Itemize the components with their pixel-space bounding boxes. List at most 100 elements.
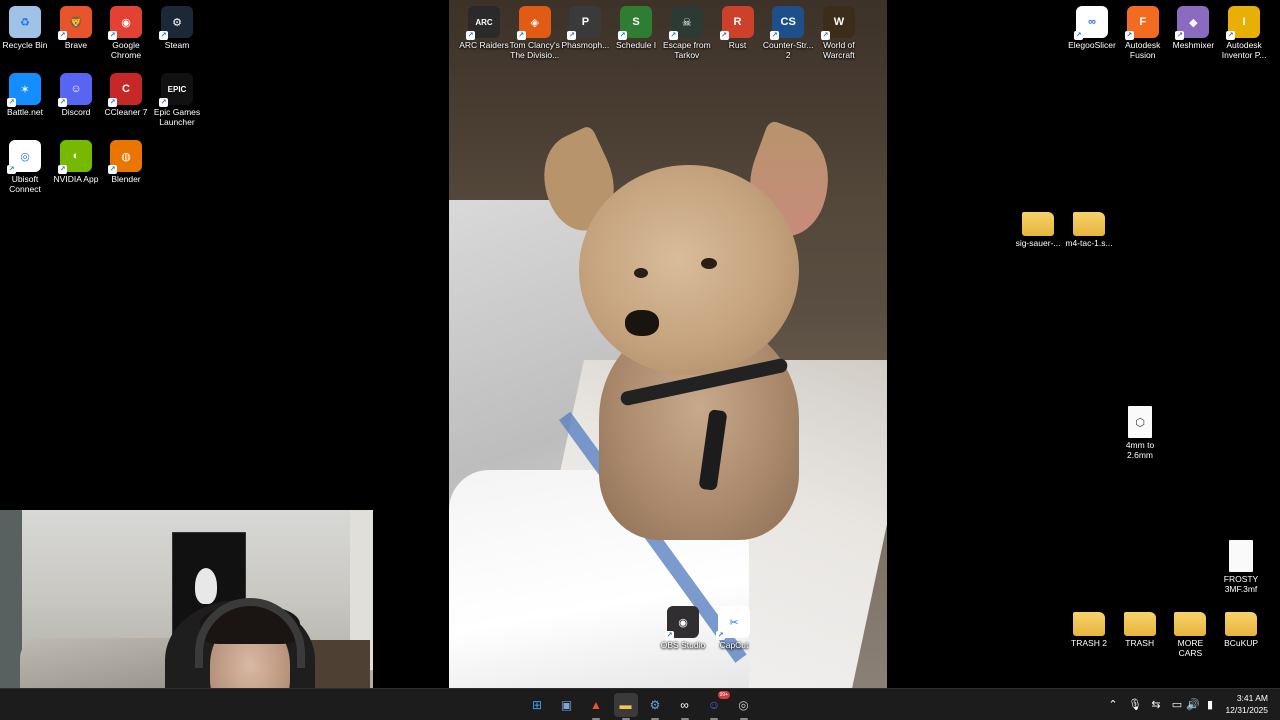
taskbar-file-explorer[interactable]: ▬ — [613, 693, 638, 720]
3d-model-file-icon: ⬡ — [1128, 406, 1152, 438]
file-icon — [1229, 540, 1253, 572]
desktop-icon-division[interactable]: ◈ ↗ Tom Clancy's The Divisio... — [507, 0, 563, 60]
desktop-icon-label: Epic Games Launcher — [153, 107, 201, 127]
obs-icon: ◉ ↗ — [665, 606, 699, 640]
battlenet-icon: ✶ ↗ — [7, 73, 41, 107]
desktop-icon-autodesk-inventor[interactable]: I ↗ Autodesk Inventor P... — [1216, 0, 1272, 60]
desktop-icon-label: sig-sauer-... — [1015, 238, 1061, 248]
schedule-icon: S ↗ — [618, 6, 653, 40]
folder-icon — [1225, 612, 1258, 636]
desktop-icon-nvidia[interactable]: ◐ ↗ NVIDIA App — [51, 134, 101, 184]
start-button-icon: ⊞ — [531, 698, 543, 712]
display-icon[interactable]: ▭ — [1170, 697, 1184, 713]
desktop-icon-label: Autodesk Fusion — [1124, 40, 1161, 60]
desktop-icon-label: Phasmoph... — [561, 40, 610, 50]
ccleaner-icon: C ↗ — [108, 73, 142, 107]
app-1-icon: ▣ — [560, 698, 573, 712]
desktop-icon-obs[interactable]: ◉ ↗ OBS Studio — [658, 600, 708, 650]
wow-icon: W ↗ — [820, 6, 855, 40]
desktop-icon-epic-games[interactable]: EPIC ↗ Epic Games Launcher — [152, 67, 202, 127]
taskbar-brave[interactable]: ▲ — [584, 693, 608, 720]
desktop-icon-label: ARC Raiders — [459, 40, 509, 50]
discord-icon: ☺ — [707, 698, 721, 712]
desktop-icon-arc-raiders[interactable]: ARC ↗ ARC Raiders — [456, 0, 512, 50]
desktop-icon-wow[interactable]: W ↗ World of Warcraft — [811, 0, 867, 60]
desktop-icon-label: World of Warcraft — [822, 40, 855, 60]
desktop-icon-folder[interactable]: TRASH 2 — [1064, 600, 1114, 648]
start-button[interactable]: ⊞ — [525, 693, 549, 717]
microphone-icon[interactable]: 🎙 — [1128, 697, 1142, 713]
desktop-icon-label: TRASH — [1125, 638, 1155, 648]
folder-icon — [1174, 612, 1207, 636]
desktop-icon-battlenet[interactable]: ✶ ↗ Battle.net — [0, 67, 50, 117]
desktop-icon-label: m4-tac-1.s... — [1065, 238, 1113, 248]
taskbar: ⊞ ▣ ▲ ▬ ⚙ ∞ ☺ 99+ ◎ ⌃ 🎙 ⇆ ▭ 🔊 ▮ 3:41 AM 12/31/20… — [0, 688, 1280, 720]
taskbar-app-8[interactable]: ◎ — [732, 693, 756, 720]
capcut-icon: ✂ ↗ — [716, 606, 750, 640]
chevron-up-icon[interactable]: ⌃ — [1106, 697, 1120, 713]
folder-icon — [1073, 612, 1105, 636]
desktop-icon-chrome[interactable]: ◉ ↗ Google Chrome — [101, 0, 151, 60]
desktop-icon-autodesk-fusion[interactable]: F ↗ Autodesk Fusion — [1115, 0, 1171, 60]
desktop-icon-label: CCleaner 7 — [104, 107, 148, 117]
desktop-icon-schedule[interactable]: S ↗ Schedule I — [608, 0, 664, 50]
desktop-icon-folder[interactable]: sig-sauer-... — [1013, 200, 1063, 248]
desktop: ♻ Recycle Bin 🦁 ↗ Brave ◉ ↗ Google Chrome ⚙ ↗ Stea… — [0, 0, 1280, 688]
phasmophobia-icon: P ↗ — [567, 6, 602, 40]
taskbar-discord[interactable]: ☺ 99+ — [702, 691, 730, 720]
wallpaper-dog-photo — [449, 0, 887, 688]
taskbar-elegoo[interactable]: ∞ — [673, 693, 697, 720]
desktop-icon-label: CapCut — [719, 640, 749, 650]
desktop-icon-label: Meshmixer — [1172, 40, 1215, 50]
desktop-icon-discord[interactable]: ☺ ↗ Discord — [51, 67, 101, 117]
division-icon: ◈ ↗ — [516, 6, 551, 40]
desktop-icon-ccleaner[interactable]: C ↗ CCleaner 7 — [101, 67, 151, 117]
desktop-icon-label: MORE CARS — [1177, 638, 1204, 658]
steam-icon: ⚙ ↗ — [159, 6, 193, 40]
desktop-icon-folder[interactable]: TRASH — [1115, 600, 1165, 648]
folder-icon — [1022, 212, 1054, 236]
desktop-icon-label: TRASH 2 — [1071, 638, 1107, 648]
meshmixer-icon: ◆ ↗ — [1175, 6, 1210, 40]
taskbar-app-1[interactable]: ▣ — [555, 693, 579, 717]
network-share-icon[interactable]: ⇆ — [1149, 697, 1163, 713]
desktop-icon-file[interactable]: FROSTY 3MF.3mf — [1216, 534, 1266, 594]
desktop-icon-rust[interactable]: R ↗ Rust — [710, 0, 766, 50]
steam-icon: ⚙ — [649, 698, 661, 712]
elegoo-slicer-icon: ∞ ↗ — [1074, 6, 1108, 40]
desktop-icon-label: Escape from Tarkov — [662, 40, 711, 60]
desktop-icon-label: Ubisoft Connect — [9, 174, 41, 194]
desktop-icon-elegoo-slicer[interactable]: ∞ ↗ ElegooSlicer — [1064, 0, 1120, 50]
battery-icon[interactable]: ▮ — [1203, 697, 1217, 713]
desktop-icon-steam[interactable]: ⚙ ↗ Steam — [152, 0, 202, 50]
desktop-icon-label: Recycle Bin — [2, 40, 48, 50]
desktop-icon-folder[interactable]: m4-tac-1.s... — [1064, 200, 1114, 248]
folder-icon — [1123, 612, 1156, 636]
clock-time: 3:41 AM — [1236, 693, 1268, 703]
desktop-icon-blender[interactable]: ◍ ↗ Blender — [101, 134, 151, 184]
desktop-icon-recycle-bin[interactable]: ♻ Recycle Bin — [0, 0, 50, 50]
desktop-icon-label: Counter-Str... 2 — [762, 40, 814, 60]
file-explorer-icon: ▬ — [619, 698, 632, 712]
desktop-icon-phasmophobia[interactable]: P ↗ Phasmoph... — [557, 0, 613, 50]
taskbar-steam[interactable]: ⚙ — [643, 693, 667, 720]
rust-icon: R ↗ — [719, 6, 754, 40]
brave-icon: 🦁 ↗ — [58, 6, 92, 40]
desktop-icon-folder[interactable]: MORE CARS — [1165, 600, 1215, 658]
desktop-icon-tarkov[interactable]: ☠ ↗ Escape from Tarkov — [659, 0, 715, 60]
desktop-icon-folder[interactable]: BCuKUP — [1216, 600, 1266, 648]
desktop-icon-label: Rust — [728, 40, 747, 50]
nvidia-icon: ◐ ↗ — [58, 140, 92, 174]
clock[interactable]: 3:41 AM 12/31/2025 — [1225, 692, 1268, 716]
desktop-icon-3d-model-file[interactable]: ⬡ 4mm to 2.6mm — [1115, 400, 1165, 460]
volume-icon[interactable]: 🔊 — [1186, 697, 1200, 713]
desktop-icon-label: Tom Clancy's The Divisio... — [509, 40, 560, 60]
desktop-icon-brave[interactable]: 🦁 ↗ Brave — [51, 0, 101, 50]
folder-icon — [1073, 212, 1105, 236]
desktop-icon-meshmixer[interactable]: ◆ ↗ Meshmixer — [1165, 0, 1221, 50]
arc-raiders-icon: ARC ↗ — [466, 6, 500, 40]
desktop-icon-capcut[interactable]: ✂ ↗ CapCut — [709, 600, 759, 650]
elegoo-icon: ∞ — [680, 698, 689, 712]
desktop-icon-ubisoft[interactable]: ◎ ↗ Ubisoft Connect — [0, 134, 50, 194]
desktop-icon-counter-strike[interactable]: CS ↗ Counter-Str... 2 — [760, 0, 816, 60]
